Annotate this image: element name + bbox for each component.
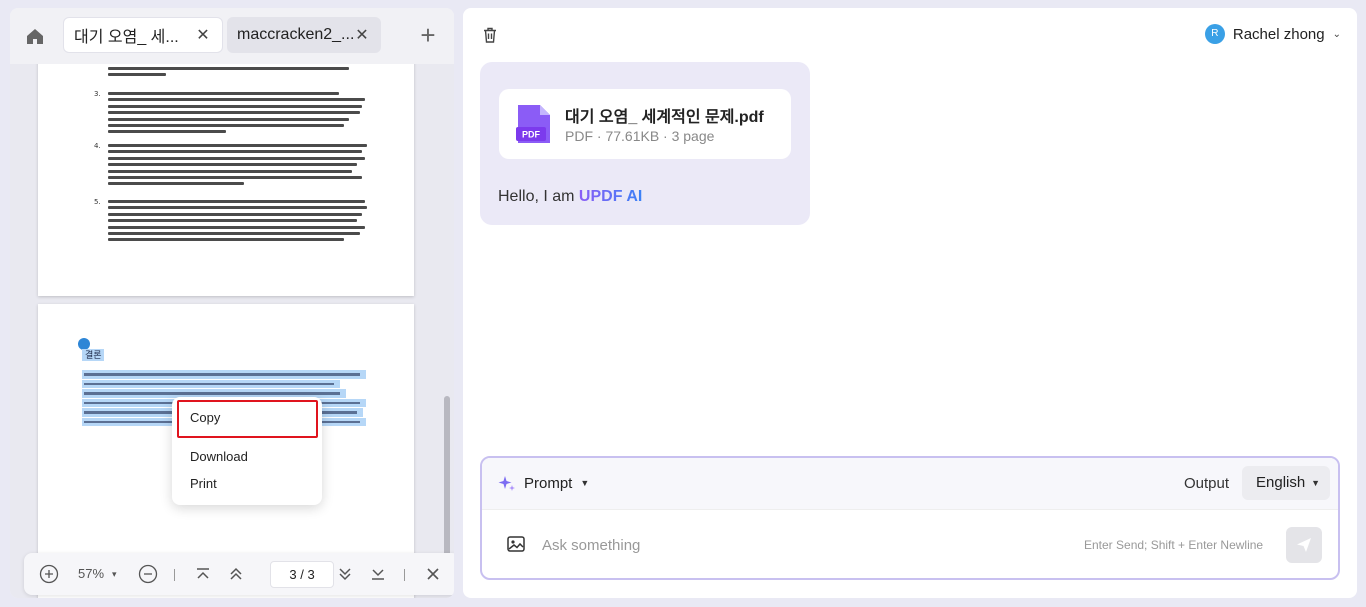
copy-highlight-box [177,400,318,438]
output-label: Output [1184,475,1230,492]
divider [404,569,405,581]
first-page-icon[interactable] [192,563,214,585]
tab-label: maccracken2_... [237,26,353,43]
paragraph-lines [108,92,370,137]
send-button[interactable] [1286,527,1322,563]
chevron-down-icon[interactable]: ▾ [112,569,117,580]
paragraph-lines [108,200,370,245]
menu-item-download[interactable]: Download [190,449,248,464]
prompt-label: Prompt [524,474,573,492]
selected-heading: 결론 [82,349,104,361]
list-number: 3. [94,90,101,98]
paragraph-lines [108,64,370,80]
previous-page-icon[interactable] [225,563,247,585]
chat-composer: Prompt ▼ Output English ▼ Enter Send; Sh… [480,456,1340,580]
file-name: 대기 오염_ 세계적인 문제.pdf [565,109,764,126]
avatar: R [1204,24,1225,44]
zoom-in-icon[interactable] [38,563,60,585]
ai-chat-panel: R Rachel zhong ⌄ PDF 대기 오염_ 세계적인 문제.pdf … [463,8,1357,598]
page-separator: / [300,567,304,582]
user-name: Rachel zhong [1232,25,1325,43]
heading-text: 결론 [85,350,102,360]
greeting-text: Hello, I am [498,188,579,205]
send-icon [1297,538,1311,552]
zoom-level[interactable]: 57% [78,566,104,581]
language-value: English [1256,474,1306,491]
image-icon[interactable] [506,534,528,556]
scrollbar[interactable] [444,396,450,576]
brand-name: UPDF AI [578,188,643,205]
chevron-down-icon: ⌄ [1332,28,1341,40]
ask-area: Enter Send; Shift + Enter Newline [492,520,1330,570]
input-hint: Enter Send; Shift + Enter Newline [1084,538,1264,552]
close-icon[interactable]: ✕ [353,25,371,45]
tab-document-inactive[interactable]: maccracken2_... ✕ [227,17,381,53]
page-toolbar: 57% ▾ 3 / 3 [24,553,454,595]
next-page-icon[interactable] [334,563,356,585]
prompt-dropdown[interactable]: Prompt ▼ [498,474,589,492]
list-number: 5. [94,198,101,206]
ai-message: PDF 대기 오염_ 세계적인 문제.pdf PDF · 77.61KB · 3… [480,62,810,225]
list-number: 4. [94,142,101,150]
composer-options: Prompt ▼ Output English ▼ [482,458,1338,510]
caret-down-icon: ▼ [1311,478,1320,488]
last-page-icon[interactable] [367,563,389,585]
file-card[interactable]: PDF 대기 오염_ 세계적인 문제.pdf PDF · 77.61KB · 3… [499,89,791,159]
sparkle-icon [498,476,515,491]
document-view: 3. 4. 5. 결론 [10,64,454,598]
pdf-page: 3. 4. 5. [38,64,414,296]
close-icon[interactable]: ✕ [194,25,212,45]
caret-down-icon: ▼ [580,478,590,488]
svg-text:PDF: PDF [522,130,541,140]
home-button[interactable] [24,25,46,47]
user-menu[interactable]: R Rachel zhong ⌄ [1204,24,1341,44]
total-pages: 3 [307,567,315,582]
tab-bar: 대기 오염_ 세... ✕ maccracken2_... ✕ + [10,8,454,64]
pdf-file-icon: PDF [516,105,550,143]
ask-input[interactable] [542,532,1022,558]
menu-item-print[interactable]: Print [190,476,217,491]
language-select[interactable]: English ▼ [1242,466,1330,500]
plus-icon[interactable]: + [415,22,441,49]
zoom-out-icon[interactable] [137,563,159,585]
tab-label: 대기 오염_ 세... [74,29,179,46]
page-indicator[interactable]: 3 / 3 [270,561,334,588]
divider [174,569,175,581]
file-meta: PDF · 77.61KB · 3 page [565,128,715,144]
trash-icon[interactable] [481,26,501,46]
pdf-viewer-panel: 대기 오염_ 세... ✕ maccracken2_... ✕ + 3. 4. … [10,8,454,598]
close-icon[interactable] [422,563,444,585]
tab-document-active[interactable]: 대기 오염_ 세... ✕ [63,17,223,53]
current-page: 3 [289,567,297,582]
paragraph-lines [108,144,370,189]
greeting: Hello, I am UPDF AI [498,188,642,206]
home-icon [27,29,43,44]
